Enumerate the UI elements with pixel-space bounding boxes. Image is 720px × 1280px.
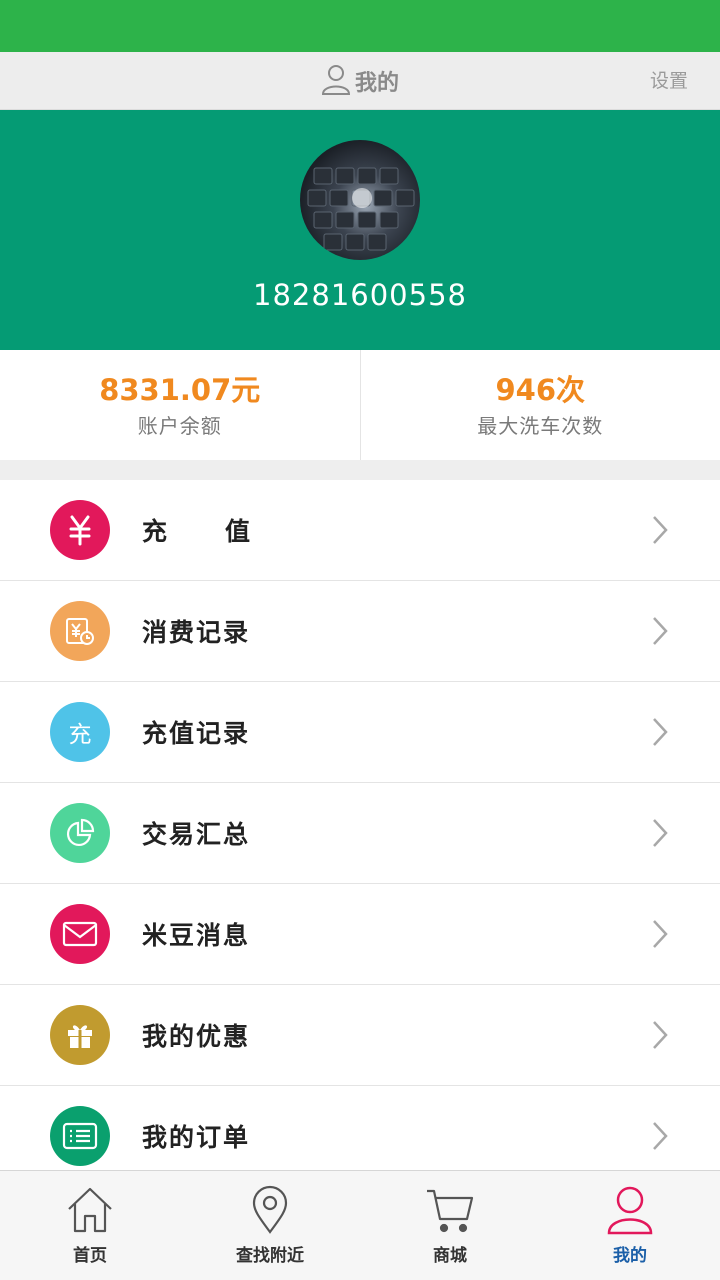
balance-stat[interactable]: 8331.07元 账户余额 — [0, 350, 360, 460]
wash-count-value: 946次 — [495, 372, 586, 407]
chevron-right-icon — [653, 617, 668, 645]
chevron-right-icon — [653, 1122, 668, 1150]
recharge-icon: 充 — [50, 702, 110, 762]
tab-label-mall: 商城 — [433, 1246, 467, 1266]
wash-count-stat[interactable]: 946次 最大洗车次数 — [359, 350, 720, 460]
yuan-icon — [50, 500, 110, 560]
profile-header: 18281600558 — [0, 110, 720, 350]
tab-label-nearby: 查找附近 — [236, 1246, 304, 1266]
menu-label-recharge-records: 充值记录 — [142, 719, 251, 748]
list-icon — [50, 1106, 110, 1166]
menu-label-consumption-records: 消费记录 — [142, 618, 251, 647]
user-icon — [321, 63, 351, 99]
status-bar — [0, 0, 720, 52]
mail-icon — [50, 904, 110, 964]
account-stats: 8331.07元 账户余额 946次 最大洗车次数 — [0, 350, 720, 460]
chevron-right-icon — [653, 920, 668, 948]
receipt-icon — [50, 601, 110, 661]
menu-item-recharge[interactable]: 充值 — [0, 480, 720, 581]
menu-item-my-offers[interactable]: 我的优惠 — [0, 985, 720, 1086]
chevron-right-icon — [653, 1021, 668, 1049]
menu-list: 充值 消费记录 充 充值记录 交易汇总 米豆消息 我的优惠 我的订单 — [0, 480, 720, 1170]
avatar[interactable] — [300, 140, 420, 260]
page-title: 我的 — [354, 71, 399, 96]
menu-label-transaction-summary: 交易汇总 — [142, 820, 251, 849]
menu-item-transaction-summary[interactable]: 交易汇总 — [0, 783, 720, 884]
home-icon — [68, 1187, 112, 1233]
tab-label-home: 首页 — [73, 1246, 107, 1266]
menu-item-midou-messages[interactable]: 米豆消息 — [0, 884, 720, 985]
tab-nearby[interactable]: 查找附近 — [180, 1171, 360, 1280]
menu-item-consumption-records[interactable]: 消费记录 — [0, 581, 720, 682]
gift-icon — [50, 1005, 110, 1065]
phone-number: 18281600558 — [253, 278, 467, 312]
chevron-right-icon — [653, 819, 668, 847]
chevron-right-icon — [653, 516, 668, 544]
location-pin-icon — [252, 1185, 288, 1234]
tab-label-mine: 我的 — [613, 1246, 647, 1266]
balance-value: 8331.07元 — [99, 372, 261, 407]
tab-home[interactable]: 首页 — [0, 1171, 180, 1280]
tab-mall[interactable]: 商城 — [360, 1171, 540, 1280]
menu-item-recharge-records[interactable]: 充 充值记录 — [0, 682, 720, 783]
chevron-right-icon — [653, 718, 668, 746]
pie-chart-icon — [50, 803, 110, 863]
menu-label-my-orders: 我的订单 — [142, 1123, 251, 1152]
user-icon — [607, 1186, 653, 1235]
menu-label-recharge: 充值 — [142, 517, 309, 546]
cart-icon — [427, 1189, 474, 1233]
wash-count-label: 最大洗车次数 — [477, 413, 604, 438]
balance-label: 账户余额 — [137, 413, 222, 438]
settings-button[interactable]: 设置 — [650, 52, 688, 110]
menu-label-my-offers: 我的优惠 — [142, 1022, 251, 1051]
bottom-tab-bar: 首页 查找附近 商城 我的 — [0, 1170, 720, 1280]
menu-item-my-orders[interactable]: 我的订单 — [0, 1086, 720, 1170]
menu-label-midou-messages: 米豆消息 — [142, 921, 251, 950]
title-bar: 我的 设置 — [0, 52, 720, 110]
tab-mine[interactable]: 我的 — [540, 1171, 720, 1280]
